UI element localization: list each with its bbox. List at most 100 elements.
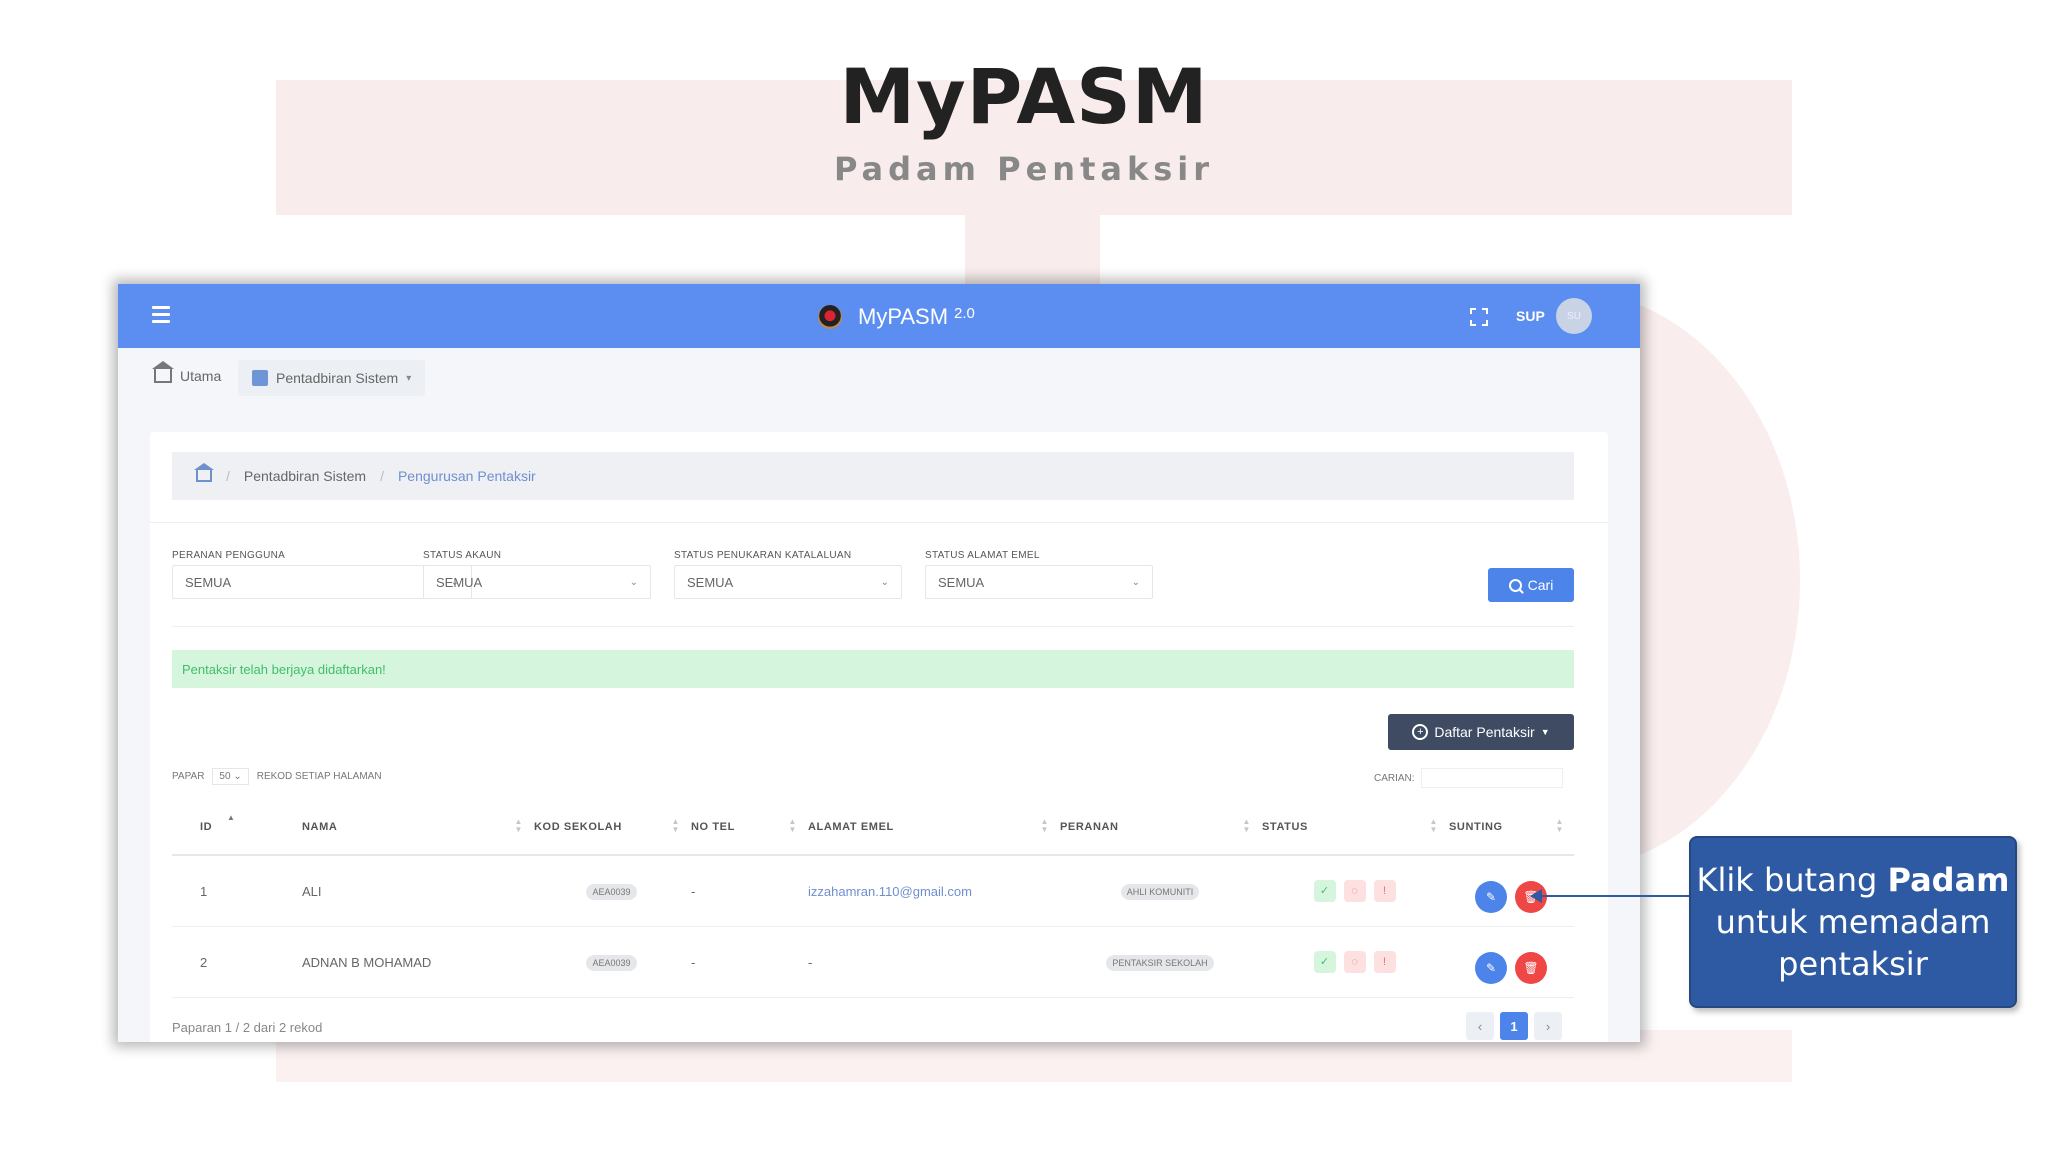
pagination: ‹ 1 › (1466, 1012, 1562, 1040)
home-icon (152, 361, 174, 383)
page-length-suffix: REKOD SETIAP HALAMAN (256, 771, 382, 782)
select-value: SEMUA (687, 574, 734, 590)
filter-status-akaun: STATUS AKAUN SEMUA ⌄ (423, 550, 651, 599)
brand-name: MyPASM (858, 304, 949, 329)
instruction-callout: Klik butang Padam untuk memadam pentaksi… (1689, 836, 2017, 1008)
register-assessor-button[interactable]: + Daftar Pentaksir ▼ (1388, 714, 1574, 750)
content-card: / Pentadbiran Sistem / Pengurusan Pentak… (150, 432, 1608, 1042)
cell-emel[interactable]: izzahamran.110@gmail.com (808, 884, 972, 899)
column-header-peranan[interactable]: PERANAN ▲ ▼ (1059, 800, 1261, 856)
breadcrumb-separator: / (380, 468, 384, 484)
filter-label: STATUS AKAUN (423, 550, 502, 561)
search-label: CARIAN: (1374, 772, 1415, 784)
slide-subtitle: Padam Pentaksir (833, 150, 1215, 188)
callout-arrowhead (1530, 889, 1542, 903)
prev-page-button[interactable]: ‹ (1466, 1012, 1494, 1040)
app-brand: MyPASM 2.0 (818, 302, 975, 332)
nav-item-label: Utama (180, 368, 222, 384)
page-length-select[interactable]: 50 ⌄ (212, 768, 249, 785)
cell-kod: AEA0039 (586, 954, 637, 971)
sort-icon: ▲ ▼ (1242, 817, 1251, 834)
table-row: 2 ADNAN B MOHAMAD AEA0039 - - PENTAKSIR … (172, 926, 1574, 998)
filter-katalaluan: STATUS PENUKARAN KATALALUAN SEMUA ⌄ (674, 550, 902, 599)
sort-icon: ▲ ▼ (788, 817, 797, 834)
search-input[interactable] (1420, 768, 1563, 788)
column-header-sunting[interactable]: SUNTING ▲ ▼ (1448, 800, 1574, 856)
brand-version: 2.0 (954, 304, 975, 322)
chevron-down-icon: ⌄ (880, 576, 889, 588)
breadcrumb-separator: / (226, 468, 230, 484)
page-button-current[interactable]: 1 (1500, 1012, 1528, 1040)
column-header-nama[interactable]: NAMA ▲ ▼ (301, 800, 533, 856)
nav-item-label: Pentadbiran Sistem (276, 370, 399, 386)
caret-down-icon: ▼ (1540, 727, 1550, 737)
cell-kod: AEA0039 (586, 883, 637, 900)
column-header-status[interactable]: STATUS ▲ ▼ (1261, 800, 1448, 856)
divider (150, 522, 1608, 523)
search-button[interactable]: Cari (1488, 568, 1574, 602)
filter-emel: STATUS ALAMAT EMEL SEMUA ⌄ (925, 550, 1153, 599)
katalaluan-select[interactable]: SEMUA ⌄ (674, 565, 902, 599)
search-button-label: Cari (1527, 577, 1554, 593)
brand-logo (818, 305, 842, 329)
cell-emel: - (807, 926, 1059, 998)
success-alert: Pentaksir telah berjaya didaftarkan! (172, 650, 1574, 688)
page-length-value: 50 (219, 771, 231, 782)
cell-sunting: ✎ 🗑 (1448, 855, 1574, 927)
cell-id: 1 (172, 855, 301, 927)
column-header-emel[interactable]: ALAMAT EMEL ▲ ▼ (807, 800, 1059, 856)
breadcrumb: / Pentadbiran Sistem / Pengurusan Pentak… (172, 452, 1574, 500)
chevron-down-icon: ⌄ (629, 576, 638, 588)
fullscreen-icon[interactable] (1470, 308, 1488, 326)
callout-text: Klik butang Padam untuk memadam pentaksi… (1696, 861, 2010, 983)
user-role: SUP (1516, 308, 1545, 324)
active-status-icon: ✓ (1313, 951, 1336, 973)
edit-icon[interactable]: ✎ (1475, 881, 1507, 913)
slide-title: MyPASM (839, 52, 1209, 141)
sort-icon: ▲ ▼ (1555, 817, 1564, 834)
table-search: CARIAN: (1374, 768, 1563, 788)
password-status-icon: ◌ (1343, 880, 1366, 902)
sort-asc-icon: ▲ (227, 813, 236, 822)
cell-id: 2 (172, 926, 301, 998)
table-row: 1 ALI AEA0039 - izzahamran.110@gmail.com… (172, 855, 1574, 927)
status-akaun-select[interactable]: SEMUA ⌄ (423, 565, 651, 599)
select-value: SEMUA (938, 574, 985, 590)
cell-nama: ALI (301, 855, 533, 927)
email-status-icon: ! (1373, 951, 1396, 973)
breadcrumb-current: Pengurusan Pentaksir (397, 468, 536, 484)
emel-select[interactable]: SEMUA ⌄ (925, 565, 1153, 599)
active-status-icon: ✓ (1313, 880, 1336, 902)
app-screenshot: MyPASM 2.0 SUP SU Utama Pentadbiran Sist… (118, 284, 1640, 1042)
page-length: PAPAR 50 ⌄ REKOD SETIAP HALAMAN (172, 768, 382, 785)
nav-item-utama[interactable]: Utama (152, 361, 222, 384)
cell-nama: ADNAN B MOHAMAD (301, 926, 533, 998)
password-status-icon: ◌ (1343, 951, 1366, 973)
table-info: Paparan 1 / 2 dari 2 rekod (172, 1020, 323, 1035)
cell-tel: - (690, 855, 807, 927)
sort-icon: ▲ ▼ (671, 817, 680, 834)
next-page-button[interactable]: › (1534, 1012, 1562, 1040)
assessor-table: ID ▲ NAMA ▲ ▼ KOD SEKOLAH ▲ ▼ NO TEL ▲ ▼ ALAMAT… (172, 800, 1574, 998)
filter-label: STATUS ALAMAT EMEL (925, 550, 1040, 561)
column-header-kod[interactable]: KOD SEKOLAH ▲ ▼ (533, 800, 690, 856)
edit-icon[interactable]: ✎ (1475, 952, 1507, 984)
cell-tel: - (690, 926, 807, 998)
menu-icon[interactable] (152, 306, 170, 327)
delete-button[interactable]: 🗑 (1515, 952, 1547, 984)
sort-icon: ▲ ▼ (1429, 817, 1438, 834)
breadcrumb-item[interactable]: Pentadbiran Sistem (244, 468, 366, 484)
nav-item-pentadbiran[interactable]: Pentadbiran Sistem ▾ (238, 360, 426, 396)
callout-bold: Padam (1887, 861, 2010, 899)
register-button-label: Daftar Pentaksir (1434, 724, 1535, 740)
column-header-id[interactable]: ID ▲ (172, 800, 301, 856)
column-header-tel[interactable]: NO TEL ▲ ▼ (690, 800, 807, 856)
select-value: SEMUA (185, 574, 232, 590)
main-nav: Utama Pentadbiran Sistem ▾ (118, 348, 1640, 410)
home-icon[interactable] (194, 463, 214, 482)
table-header-row: ID ▲ NAMA ▲ ▼ KOD SEKOLAH ▲ ▼ NO TEL ▲ ▼ ALAMAT… (172, 800, 1574, 856)
cell-status: ✓ ◌! (1261, 855, 1448, 927)
cell-peranan: AHLI KOMUNITI (1120, 883, 1200, 900)
cell-status: ✓ ◌! (1261, 926, 1448, 998)
avatar[interactable]: SU (1556, 298, 1592, 334)
